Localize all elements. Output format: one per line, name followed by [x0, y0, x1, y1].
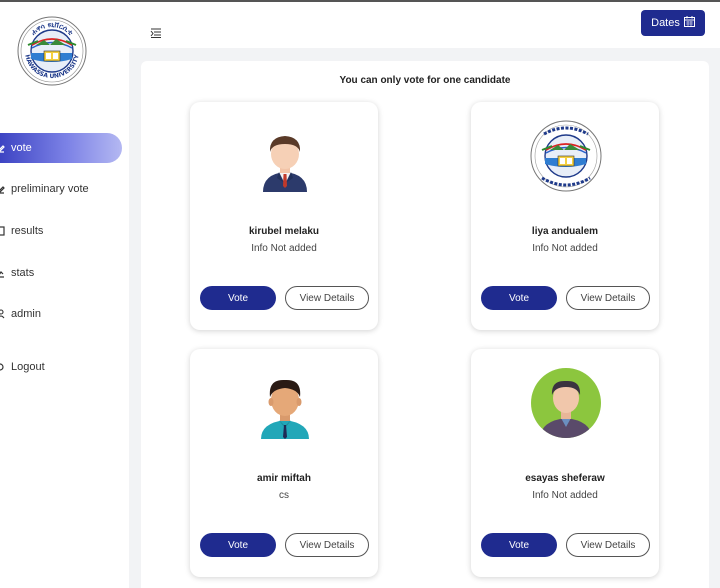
view-details-button[interactable]: View Details	[566, 533, 650, 557]
vote-button[interactable]: Vote	[200, 286, 276, 310]
stats-icon	[0, 268, 7, 278]
results-icon	[0, 226, 7, 236]
sidebar-item-results[interactable]: results	[0, 216, 122, 246]
logout-icon	[0, 362, 7, 372]
view-details-button[interactable]: View Details	[285, 533, 369, 557]
dates-button[interactable]: Dates	[641, 10, 705, 36]
sidebar-item-vote[interactable]: vote	[0, 133, 122, 163]
calendar-icon	[683, 16, 695, 30]
university-logo-avatar	[530, 120, 602, 192]
candidate-card: esayas sheferaw Info Not added Vote View…	[471, 349, 659, 577]
man-green-circle-avatar	[530, 367, 602, 439]
sidebar-item-label: stats	[11, 267, 35, 279]
preliminary-icon	[0, 184, 7, 194]
candidate-info: Info Not added	[251, 243, 317, 254]
sidebar-item-label: vote	[11, 142, 32, 154]
sidebar-item-label: results	[11, 225, 44, 237]
candidate-name: kirubel melaku	[248, 226, 320, 237]
admin-icon	[0, 309, 7, 319]
logout-button[interactable]: Logout	[0, 352, 122, 382]
candidate-name: liya andualem	[531, 226, 599, 237]
sidebar: ሐዋሳ ዩኒቨርሲቲ HAWASSA UNIVERSITY vote preli…	[0, 2, 129, 588]
candidate-name: esayas sheferaw	[525, 473, 605, 484]
vote-button[interactable]: Vote	[200, 533, 276, 557]
sidebar-item-label: preliminary vote	[11, 183, 89, 195]
man-teal-shirt-avatar	[249, 367, 321, 439]
vote-icon	[0, 143, 7, 153]
sidebar-item-label: admin	[11, 308, 41, 320]
candidate-info: cs	[279, 490, 289, 501]
logout-label: Logout	[11, 361, 45, 373]
candidate-card: kirubel melaku Info Not added Vote View …	[190, 102, 378, 330]
dates-label: Dates	[651, 17, 680, 29]
candidates-panel: You can only vote for one candidate kiru…	[141, 61, 709, 588]
menu-toggle-icon[interactable]	[150, 25, 162, 39]
candidate-name: amir miftah	[257, 473, 311, 484]
view-details-button[interactable]: View Details	[566, 286, 650, 310]
candidate-info: Info Not added	[532, 243, 598, 254]
sidebar-item-preliminary-vote[interactable]: preliminary vote	[0, 174, 122, 204]
top-bar: Dates	[129, 2, 720, 48]
university-logo: ሐዋሳ ዩኒቨርሲቲ HAWASSA UNIVERSITY	[16, 15, 88, 87]
candidate-info: Info Not added	[532, 490, 598, 501]
sidebar-item-admin[interactable]: admin	[0, 299, 122, 329]
vote-notice: You can only vote for one candidate	[339, 75, 511, 86]
vote-button[interactable]: Vote	[481, 533, 557, 557]
view-details-button[interactable]: View Details	[285, 286, 369, 310]
candidate-card: amir miftah cs Vote View Details	[190, 349, 378, 577]
vote-button[interactable]: Vote	[481, 286, 557, 310]
candidate-card: liya andualem Info Not added Vote View D…	[471, 102, 659, 330]
sidebar-item-stats[interactable]: stats	[0, 258, 122, 288]
man-suit-avatar	[249, 120, 321, 192]
